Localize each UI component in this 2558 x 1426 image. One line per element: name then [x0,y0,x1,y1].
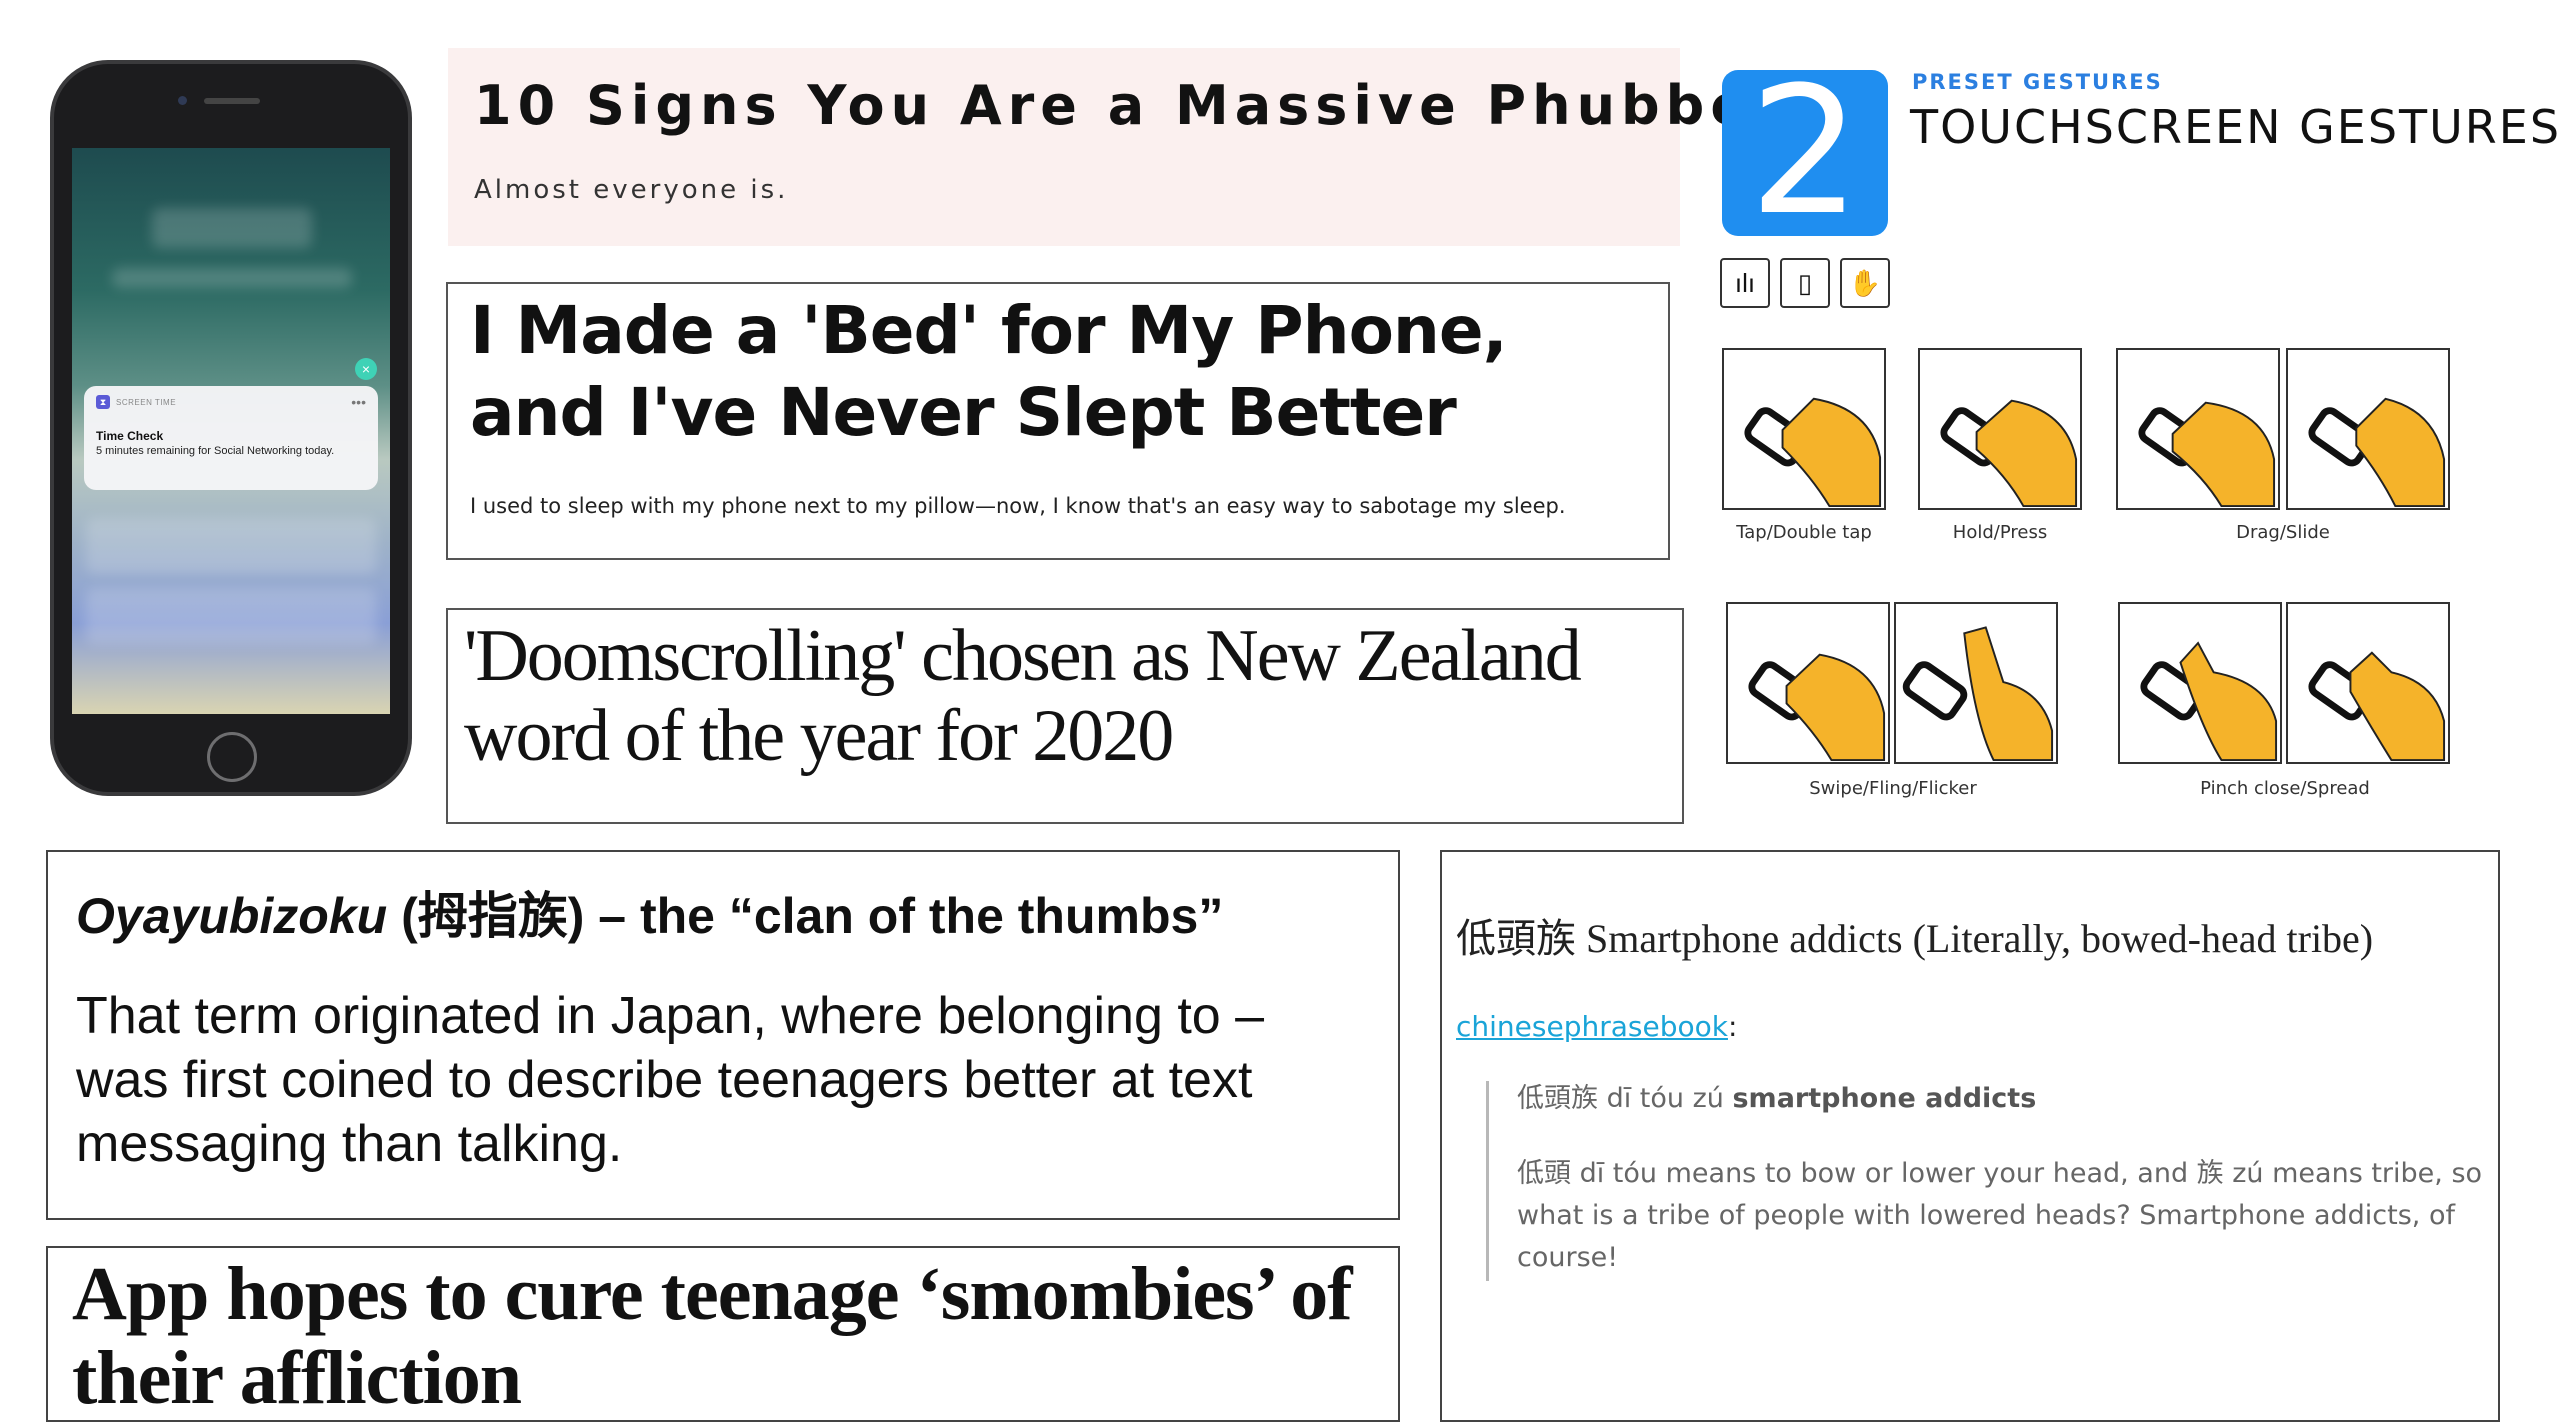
gesture-tile-drag-2 [2286,348,2450,510]
gesture-tile-swipe-1 [1726,602,1890,764]
blurred-clock [152,208,312,248]
text-card-oyayubizoku: Oyayubizoku (拇指族) – the “clan of the thu… [46,850,1400,1220]
gestures-title: TOUCHSCREEN GESTURES [1910,100,2558,154]
headline-body: I used to sleep with my phone next to my… [470,494,1566,518]
headline-card-phone-bed: I Made a 'Bed' for My Phone, and I've Ne… [446,282,1670,560]
source-link[interactable]: chinesephrasebook [1456,1010,1728,1043]
source-row: chinesephrasebook: [1456,1010,2486,1043]
pinch-gesture-icon [2140,641,2278,762]
gesture-label-hold: Hold/Press [1952,522,2048,543]
quote-term-plain: 低頭族 dī tóu zú [1517,1083,1733,1114]
gesture-tile-tap [1722,348,1886,510]
gesture-tile-pinch-2 [2286,602,2450,764]
phone-screen: × ⧗ SCREEN TIME ••• Time Check 5 minutes… [72,148,390,714]
blockquote: 低頭族 dī tóu zú smartphone addicts 低頭 dī t… [1486,1081,2486,1281]
quote-term-bold: smartphone addicts [1732,1083,2037,1114]
headline-subtitle: Almost everyone is. [474,175,789,205]
card-title-italic: Oyayubizoku [76,888,388,944]
headline-card-doomscrolling: 'Doomscrolling' chosen as New Zealand wo… [446,608,1684,824]
swipe-gesture-icon [1748,653,1886,762]
gestures-kicker: PRESET GESTURES [1912,70,2163,94]
close-icon[interactable]: × [355,358,377,380]
card-body: That term originated in Japan, where bel… [76,987,1265,1173]
notification-body: 5 minutes remaining for Social Networkin… [96,445,335,457]
gesture-tile-swipe-2 [1894,602,2058,764]
gesture-label-pinch: Pinch close/Spread [2200,778,2370,799]
phone-image: × ⧗ SCREEN TIME ••• Time Check 5 minutes… [50,60,412,796]
card-title: Oyayubizoku (拇指族) – the “clan of the thu… [76,876,1370,948]
notification-title: Time Check [96,429,164,443]
phone-speaker [204,98,260,104]
card-title-rest: (拇指族) – the “clan of the thumbs” [387,888,1224,944]
phone-camera [178,96,187,105]
text-card-bowed-head-tribe: 低頭族 Smartphone addicts (Literally, bowed… [1440,850,2500,1422]
pinch-gesture-icon [2308,651,2446,762]
gesture-tile-pinch-1 [2118,602,2282,764]
gesture-toolbar: ılı ▯ ✋ [1720,258,1890,308]
blurred-notification [86,518,376,574]
gesture-tile-drag-1 [2116,348,2280,510]
notification-app-name: SCREEN TIME [116,397,177,407]
drag-gesture-icon [2138,401,2276,508]
gesture-label-drag: Drag/Slide [2236,522,2330,543]
phone-icon: ▯ [1780,258,1830,308]
headline-title: 10 Signs You Are a Massive Phubber [474,74,1786,137]
headline-card-smombies: App hopes to cure teenage ‘smombies’ of … [46,1246,1400,1422]
swipe-gesture-icon [1902,626,2054,762]
hourglass-icon: ⧗ [96,395,110,409]
gesture-tile-hold [1918,348,2082,510]
headline-card-phubber: 10 Signs You Are a Massive Phubber Almos… [448,48,1786,246]
source-link-suffix: : [1727,1010,1738,1043]
logo-number: 2 [1749,70,1861,236]
equalizer-icon: ılı [1720,258,1770,308]
drag-gesture-icon [2308,397,2446,508]
home-button [207,732,257,782]
gesture-label-tap: Tap/Double tap [1736,522,1872,543]
card-title: 低頭族 Smartphone addicts (Literally, bowed… [1456,916,2374,961]
gesture-logo: 2 [1722,70,1888,236]
screen-time-notification[interactable]: ⧗ SCREEN TIME ••• Time Check 5 minutes r… [84,386,378,490]
headline-title: 'Doomscrolling' chosen as New Zealand wo… [464,615,1582,777]
hold-gesture-icon [1940,399,2078,508]
hand-icon: ✋ [1840,258,1890,308]
blurred-notification [86,588,376,644]
headline-title: App hopes to cure teenage ‘smombies’ of … [72,1252,1353,1420]
blurred-date [112,268,352,288]
tap-gesture-icon [1744,397,1882,508]
gesture-label-swipe: Swipe/Fling/Flicker [1809,778,1977,799]
quote-explanation: 低頭 dī tóu means to bow or lower your hea… [1517,1158,2483,1273]
headline-title: I Made a 'Bed' for My Phone, and I've Ne… [470,292,1508,451]
more-icon[interactable]: ••• [351,395,366,409]
quote-term: 低頭族 dī tóu zú smartphone addicts [1517,1081,2486,1117]
